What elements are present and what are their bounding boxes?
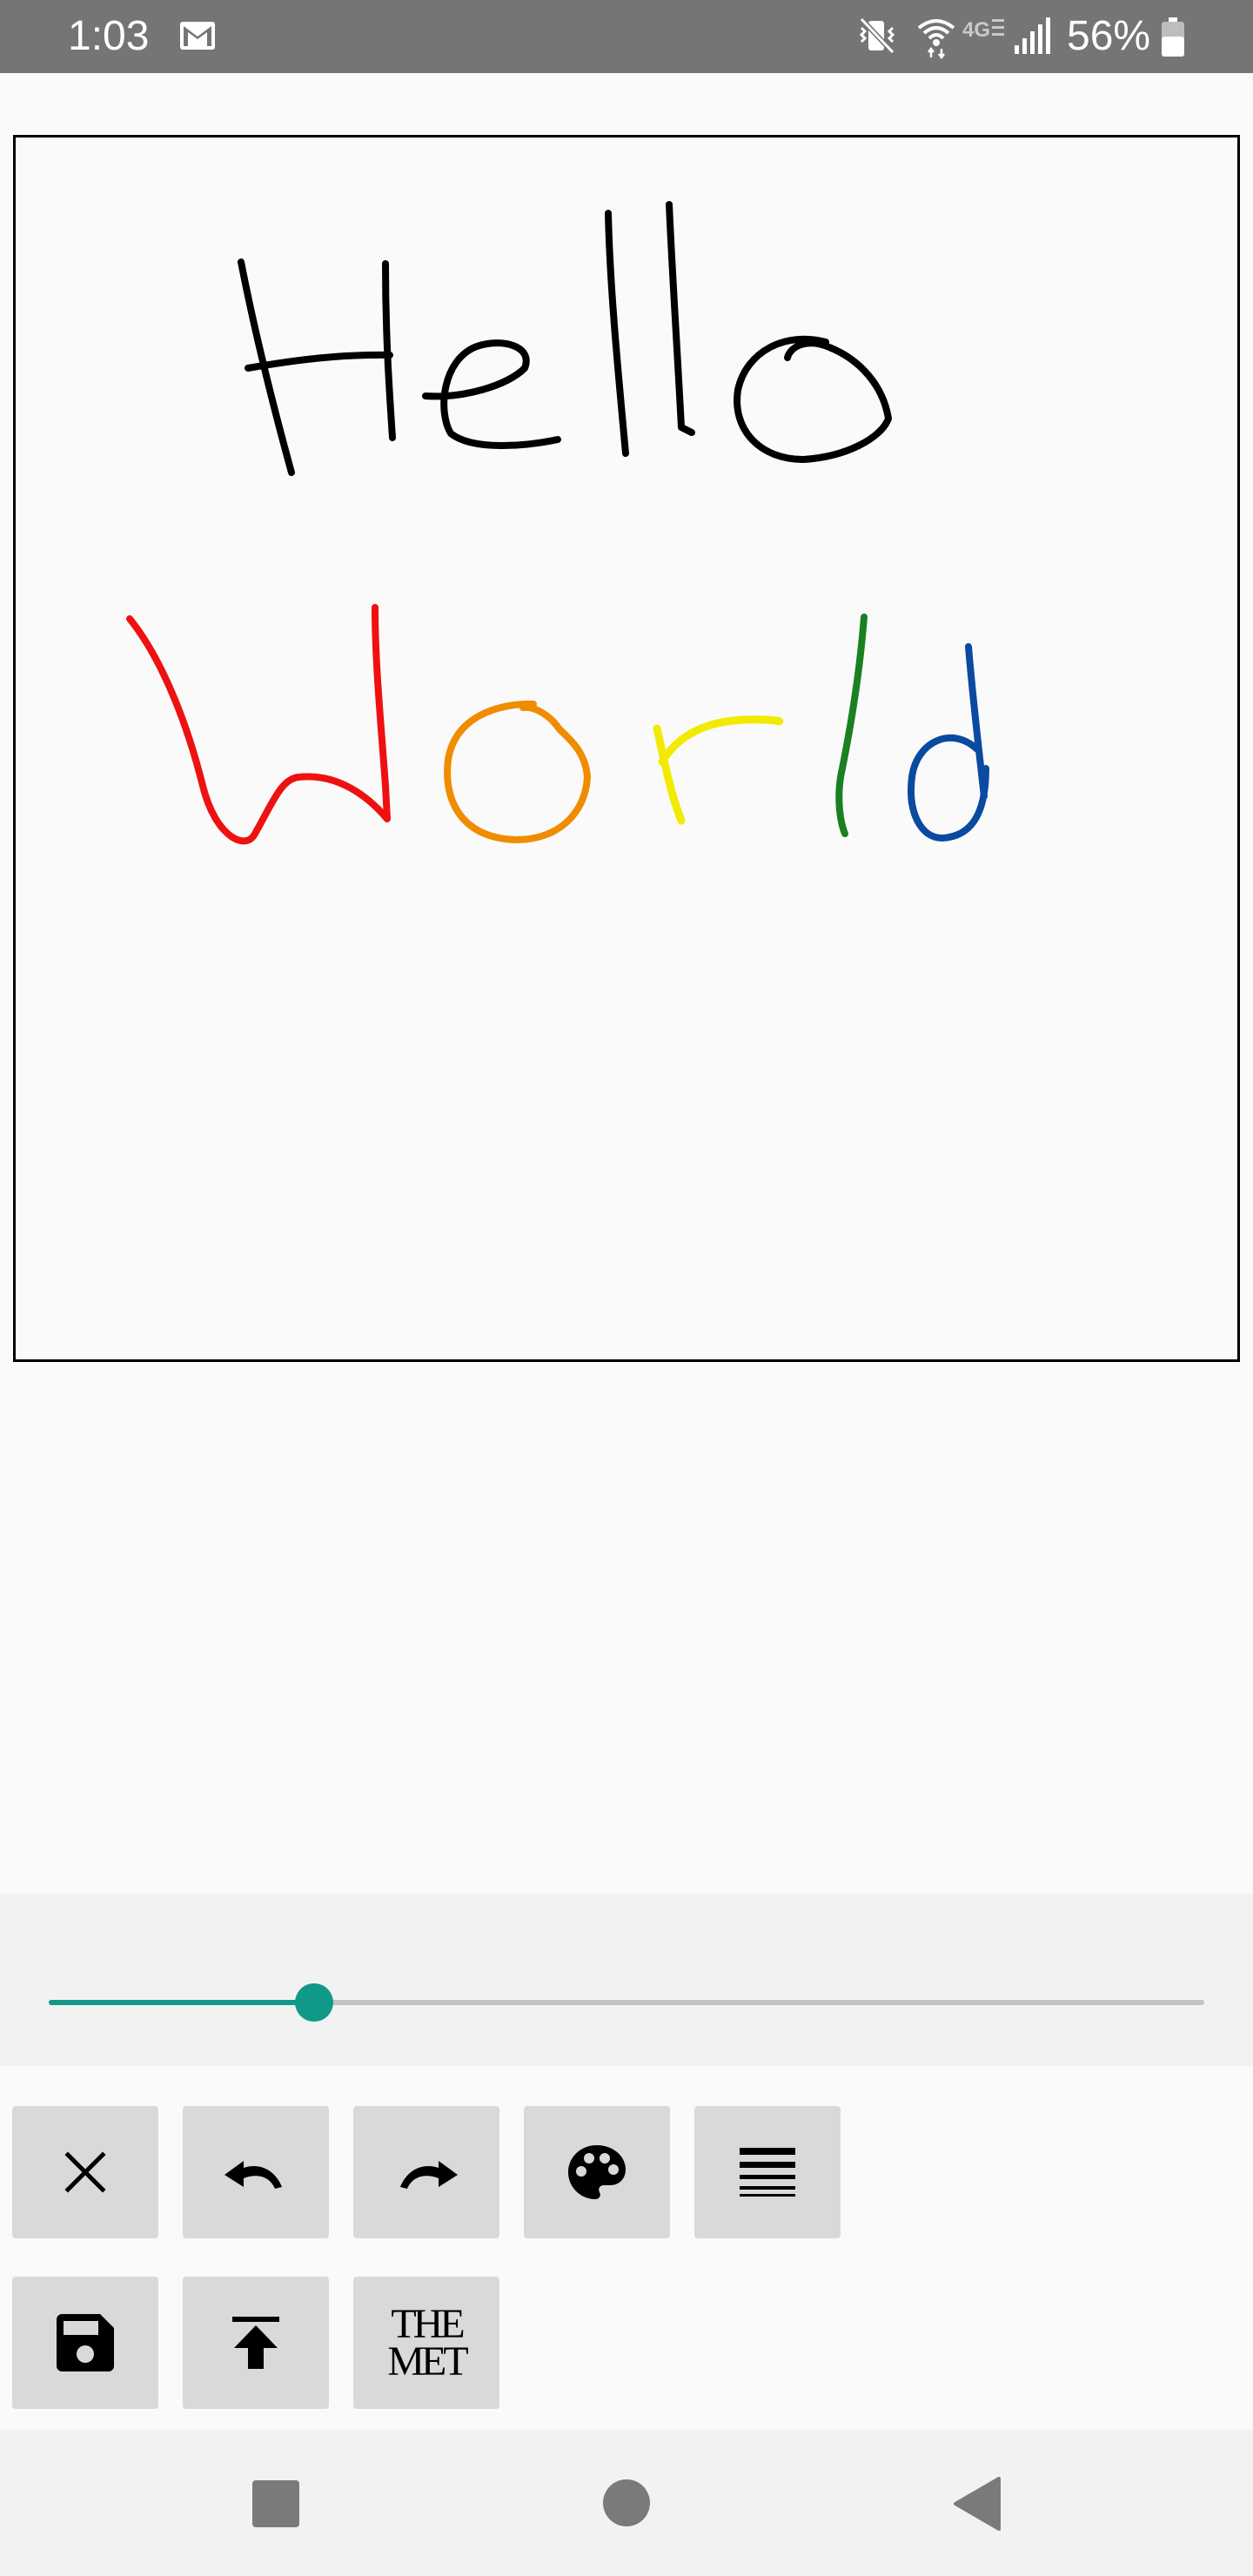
battery-icon [1162,17,1184,57]
palette-icon [568,2145,626,2199]
gmail-icon [180,22,215,50]
redo-icon [400,2161,458,2189]
met-button[interactable]: THE MET [353,2277,499,2409]
navigation-bar [0,2430,1253,2576]
battery-percent: 56% [1067,13,1151,59]
redo-button[interactable] [353,2106,499,2238]
clear-icon [64,2151,106,2193]
stroke-width-button[interactable] [694,2106,841,2238]
stroke-width-icon [740,2148,795,2197]
status-bar: 1:03 4G 56% [0,0,1253,73]
clear-button[interactable] [12,2106,158,2238]
canvas-strokes [126,201,989,845]
stroke-w [126,604,391,845]
app-screen: 1:03 4G 56% THE MET [0,0,1253,2576]
svg-text:4G: 4G [962,18,990,42]
stroke-hello [238,201,892,476]
save-icon [57,2314,114,2371]
undo-icon [224,2161,282,2189]
stroke-r [653,715,783,825]
undo-button[interactable] [183,2106,329,2238]
brush-size-slider[interactable] [49,2000,1204,2005]
home-icon[interactable] [602,2479,651,2527]
lte-icon: 4G [962,18,1004,42]
stroke-d [908,643,989,842]
met-logo: THE MET [387,2300,468,2385]
met-logo-line1: THE [391,2300,465,2347]
brush-size-panel [0,1894,1253,2066]
color-palette-button[interactable] [524,2106,670,2238]
status-time: 1:03 [68,13,150,59]
back-icon[interactable] [952,2477,1001,2531]
wifi-icon [917,19,955,59]
stroke-o [444,700,591,843]
recents-icon[interactable] [252,2480,299,2527]
slider-fill [49,2000,315,2005]
vibrate-icon [859,17,895,55]
upload-button[interactable] [183,2277,329,2409]
save-button[interactable] [12,2277,158,2409]
stroke-l [835,614,868,837]
signal-icon [1015,17,1050,54]
slider-thumb[interactable] [295,1983,334,2022]
drawing-canvas[interactable] [13,135,1240,1362]
met-logo-line2: MET [387,2338,468,2385]
upload-icon [232,2317,279,2369]
